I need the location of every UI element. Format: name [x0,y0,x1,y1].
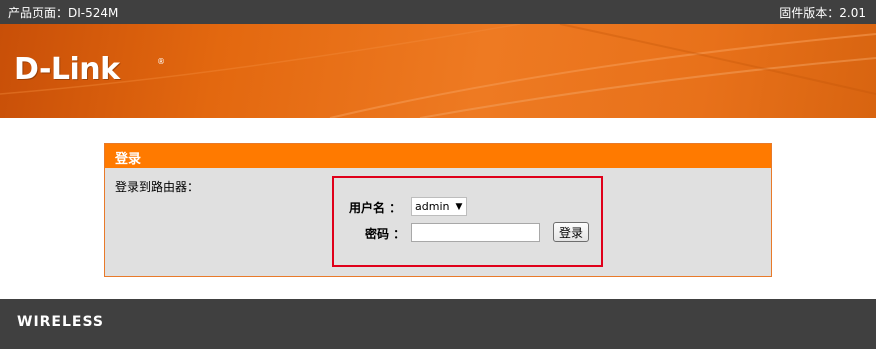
footer-bar: WIRELESS [0,299,876,349]
login-panel-title: 登录 [105,144,771,168]
login-button[interactable]: 登录 [553,222,589,242]
top-info-bar: 产品页面：DI-524M 固件版本：2.01 [0,0,876,24]
dlink-logo: D-Link [14,52,120,87]
username-selected-value: admin [415,200,450,213]
login-description: 登录到路由器： [115,180,200,194]
username-label: 用户名 ： [349,201,402,215]
firmware-version-label: 固件版本：2.01 [779,5,866,20]
wireless-logo-text: WIRELESS [17,314,105,330]
brand-banner: D-Link ® [0,24,876,118]
chevron-down-icon: ▼ [455,201,463,212]
username-select[interactable]: admin ▼ [411,197,467,216]
registered-mark: ® [157,57,165,66]
password-input[interactable] [411,223,540,242]
password-label: 密码 ： [365,227,406,241]
product-page-label: 产品页面：DI-524M [8,5,119,20]
banner-curves-graphic [0,24,876,118]
